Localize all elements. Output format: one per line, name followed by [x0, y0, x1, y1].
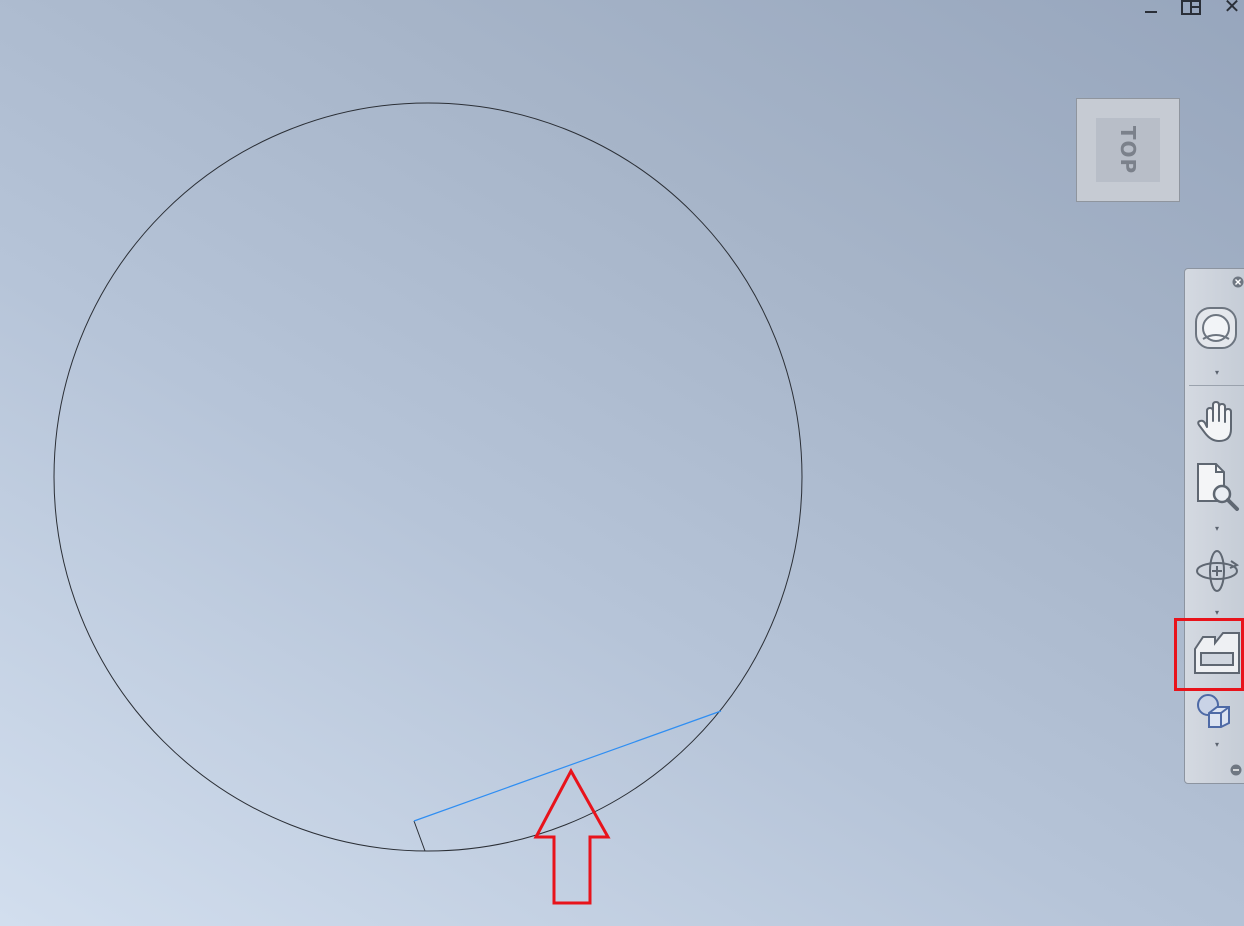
viewcube-face-label: TOP: [1116, 125, 1140, 175]
zoom-dropdown[interactable]: ▾: [1215, 525, 1219, 533]
steering-wheel-dropdown[interactable]: ▾: [1215, 369, 1219, 377]
sketch-circle[interactable]: [53, 102, 803, 852]
close-icon: ✕: [1223, 0, 1241, 18]
navbar-customize-button[interactable]: [1229, 763, 1243, 777]
navbar-close-button[interactable]: [1231, 275, 1244, 289]
display-options-dropdown[interactable]: ▾: [1215, 741, 1219, 749]
pan-hand-icon: [1197, 401, 1232, 442]
viewcube[interactable]: TOP: [1076, 98, 1180, 202]
selected-sketch-line[interactable]: [413, 710, 722, 822]
orbit-icon: [1196, 550, 1240, 592]
orbit-button[interactable]: [1193, 547, 1241, 595]
section-view-button[interactable]: [1193, 629, 1241, 675]
zoom-button[interactable]: [1194, 461, 1242, 511]
steering-wheel-button[interactable]: [1193, 305, 1239, 351]
section-view-icon: [1194, 632, 1240, 674]
minimize-button[interactable]: [1140, 0, 1162, 16]
viewcube-top-face[interactable]: TOP: [1096, 118, 1160, 182]
steering-wheel-icon: [1195, 307, 1237, 349]
sketch-canvas[interactable]: [0, 0, 1244, 926]
close-circle-icon: [1232, 276, 1244, 288]
restore-icon: [1181, 0, 1201, 15]
customize-circle-icon: [1230, 764, 1242, 776]
display-options-button[interactable]: [1195, 693, 1235, 729]
graphics-viewport[interactable]: ✕ TOP ▾ ▾ ▾ ▾: [0, 0, 1244, 926]
pan-button[interactable]: [1193, 397, 1241, 445]
sketch-line-short[interactable]: [413, 820, 426, 852]
navigation-bar: ▾ ▾ ▾ ▾: [1184, 268, 1244, 784]
minimize-icon: [1145, 11, 1157, 13]
annotation-arrow-up: [533, 767, 611, 905]
restore-button[interactable]: [1181, 0, 1203, 16]
zoom-page-icon: [1197, 463, 1239, 511]
close-button[interactable]: ✕: [1221, 0, 1243, 16]
navbar-separator: [1189, 385, 1244, 386]
orbit-dropdown[interactable]: ▾: [1215, 609, 1219, 617]
shapes-display-icon: [1197, 694, 1230, 728]
